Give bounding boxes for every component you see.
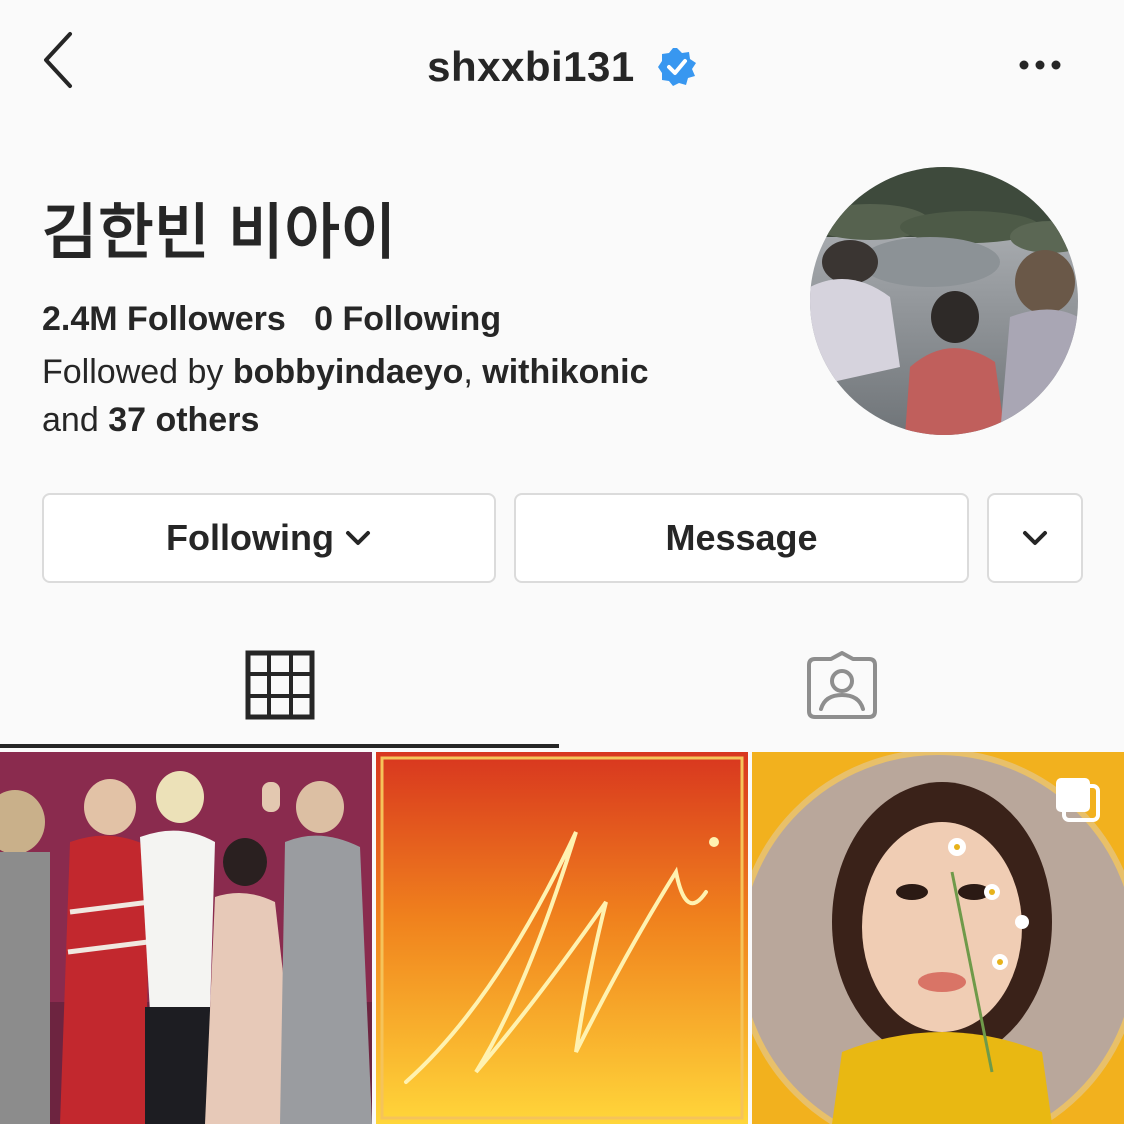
- more-horizontal-icon: [1019, 60, 1061, 70]
- grid-icon: [245, 650, 314, 720]
- group-photo-image: [0, 752, 372, 1124]
- tab-tagged[interactable]: [559, 622, 1124, 748]
- active-tab-indicator: [0, 744, 559, 748]
- profile-full-name: 김한빈 비아이: [42, 199, 397, 266]
- followers-stat[interactable]: 2.4M Followers: [42, 300, 286, 338]
- followed-by-prefix: Followed by: [42, 353, 224, 391]
- username-text: shxxbi131: [427, 42, 635, 90]
- post-thumbnail[interactable]: [752, 752, 1124, 1124]
- following-stat[interactable]: 0 Following: [314, 300, 501, 338]
- followers-count: 2.4M: [42, 300, 118, 338]
- verified-badge-icon: [657, 47, 696, 86]
- tab-posts-grid[interactable]: [0, 622, 559, 748]
- following-button[interactable]: Following: [42, 493, 496, 583]
- chevron-down-icon: [1023, 531, 1047, 545]
- more-options-button[interactable]: [1010, 50, 1070, 80]
- followed-by-text[interactable]: Followed by bobbyindaeyo, withikonic and…: [42, 348, 742, 444]
- message-button[interactable]: Message: [514, 493, 969, 583]
- post-thumbnail[interactable]: [0, 752, 372, 1124]
- tagged-person-icon: [806, 651, 877, 719]
- followed-by-and: and: [42, 401, 99, 439]
- profile-stats: 2.4M Followers 0 Following: [42, 300, 501, 339]
- followed-by-user: bobbyindaeyo: [232, 353, 464, 391]
- album-art-image: [376, 752, 748, 1124]
- followed-by-user: withikonic: [482, 353, 649, 391]
- following-label: Following: [342, 300, 502, 338]
- header-username: shxxbi131: [0, 40, 1124, 91]
- carousel-icon: [1056, 778, 1100, 822]
- post-thumbnail[interactable]: [376, 752, 748, 1124]
- message-button-label: Message: [665, 517, 818, 558]
- followed-by-others: 37 others: [108, 401, 260, 439]
- followers-label: Followers: [127, 300, 286, 338]
- following-button-label: Following: [166, 517, 334, 558]
- chevron-down-icon: [345, 531, 370, 545]
- avatar-image: [810, 167, 1078, 435]
- suggested-accounts-button[interactable]: [987, 493, 1083, 583]
- profile-avatar[interactable]: [810, 167, 1078, 435]
- following-count: 0: [314, 300, 334, 338]
